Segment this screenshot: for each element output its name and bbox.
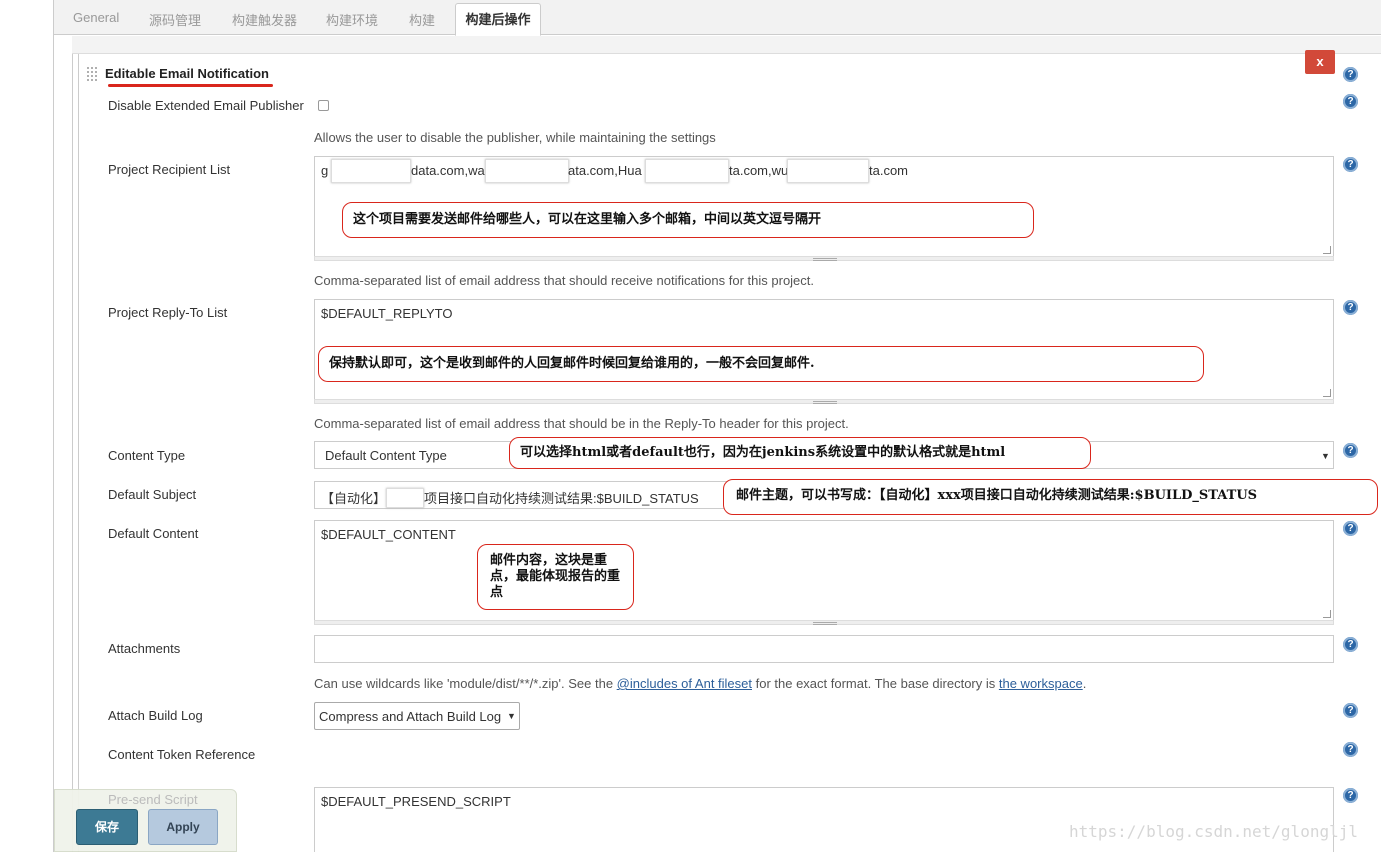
help-icon[interactable]: ?	[1343, 94, 1358, 109]
content-token-label: Content Token Reference	[108, 747, 256, 762]
recipient-text: ta.com	[869, 163, 909, 178]
content-type-selected: Default Content Type	[325, 448, 447, 463]
title-red-underline	[108, 84, 273, 87]
recipient-list-description: Comma-separated list of email address th…	[314, 273, 815, 288]
post-build-panel-header	[72, 36, 1381, 54]
delete-step-button[interactable]: x	[1305, 50, 1335, 74]
page-left-border	[53, 0, 54, 852]
help-icon[interactable]: ?	[1343, 521, 1358, 536]
help-icon[interactable]: ?	[1343, 300, 1358, 315]
annotation-recipient: 这个项目需要发送邮件给哪些人，可以在这里输入多个邮箱，中间以英文逗号隔开	[342, 202, 1034, 238]
redaction-box	[386, 488, 425, 508]
watermark: https://blog.csdn.net/glongljl	[1069, 822, 1358, 841]
recipient-text: ta.com,wu	[729, 163, 789, 178]
help-icon[interactable]: ?	[1343, 742, 1358, 757]
recipient-text: data.com,wa	[411, 163, 485, 178]
tab-build-triggers[interactable]: 构建触发器	[232, 10, 297, 29]
tab-build[interactable]: 构建	[409, 10, 435, 29]
chevron-down-icon[interactable]: ▼	[507, 711, 516, 721]
redaction-box	[787, 159, 869, 183]
subject-prefix: 【自动化】	[321, 491, 387, 506]
annotation-content-type: 可以选择html或者default也行，因为在jenkins系统设置中的默认格式…	[509, 437, 1091, 469]
disable-publisher-checkbox[interactable]	[318, 100, 329, 111]
help-icon[interactable]: ?	[1343, 157, 1358, 172]
disable-publisher-description: Allows the user to disable the publisher…	[314, 130, 716, 145]
tab-build-environment[interactable]: 构建环境	[326, 10, 378, 29]
jenkins-config-page: General 源码管理 构建触发器 构建环境 构建 构建后操作 Editabl…	[0, 0, 1381, 852]
attach-build-log-select[interactable]: Compress and Attach Build Log	[314, 702, 520, 730]
pre-send-script-value: $DEFAULT_PRESEND_SCRIPT	[321, 794, 511, 809]
default-subject-label: Default Subject	[108, 487, 197, 502]
reply-to-label: Project Reply-To List	[108, 305, 228, 320]
annotation-reply-to: 保持默认即可，这个是收到邮件的人回复邮件时候回复给谁用的，一般不会回复邮件.	[318, 346, 1204, 382]
desc-text: for the exact format. The base directory…	[752, 676, 999, 691]
tab-general[interactable]: General	[73, 10, 119, 25]
textarea-resize-handle[interactable]	[314, 399, 1334, 404]
apply-button[interactable]: Apply	[148, 809, 218, 845]
attachments-description: Can use wildcards like 'module/dist/**/*…	[314, 676, 1086, 691]
redaction-box	[485, 159, 569, 183]
pre-send-script-label: Pre-send Script	[108, 792, 198, 807]
workspace-link[interactable]: the workspace	[999, 676, 1083, 691]
redaction-box	[645, 159, 729, 183]
disable-publisher-label: Disable Extended Email Publisher	[108, 98, 304, 113]
reply-to-value: $DEFAULT_REPLYTO	[321, 306, 453, 321]
drag-handle-icon[interactable]	[86, 66, 98, 82]
textarea-resize-handle[interactable]	[314, 256, 1334, 261]
ant-fileset-link[interactable]: @includes of Ant fileset	[617, 676, 752, 691]
recipient-list-label: Project Recipient List	[108, 162, 231, 177]
annotation-content: 邮件内容，这块是重点，最能体现报告的重点	[477, 544, 634, 610]
resize-grip-icon[interactable]	[1323, 389, 1331, 397]
section-title: Editable Email Notification	[105, 66, 269, 81]
default-content-textarea[interactable]: $DEFAULT_CONTENT	[314, 520, 1334, 621]
save-button[interactable]: 保存	[76, 809, 138, 845]
help-icon[interactable]: ?	[1343, 637, 1358, 652]
attach-build-log-label: Attach Build Log	[108, 708, 203, 723]
attach-build-log-selected: Compress and Attach Build Log	[319, 709, 502, 724]
recipient-text: g	[321, 163, 329, 178]
help-icon[interactable]: ?	[1343, 788, 1358, 803]
default-content-value: $DEFAULT_CONTENT	[321, 527, 456, 542]
annotation-subject: 邮件主题，可以书写成：【自动化】xxx项目接口自动化持续测试结果:$BUILD_…	[723, 479, 1378, 515]
attachments-label: Attachments	[108, 641, 181, 656]
default-content-label: Default Content	[108, 526, 199, 541]
content-type-label: Content Type	[108, 448, 186, 463]
desc-text: Can use wildcards like 'module/dist/**/*…	[314, 676, 617, 691]
help-icon[interactable]: ?	[1343, 703, 1358, 718]
reply-to-description: Comma-separated list of email address th…	[314, 416, 849, 431]
default-subject-input[interactable]: 【自动化】 项目接口自动化持续测试结果:$BUILD_STATUS	[314, 481, 734, 509]
resize-grip-icon[interactable]	[1323, 610, 1331, 618]
recipient-text: ata.com,Hua	[568, 163, 642, 178]
help-icon[interactable]: ?	[1343, 67, 1358, 82]
subject-suffix: 项目接口自动化持续测试结果:$BUILD_STATUS	[424, 491, 699, 506]
desc-text: .	[1082, 676, 1087, 691]
tab-source-code[interactable]: 源码管理	[149, 10, 201, 29]
redaction-box	[331, 159, 411, 183]
pre-send-script-textarea[interactable]: $DEFAULT_PRESEND_SCRIPT	[314, 787, 1334, 852]
resize-grip-icon[interactable]	[1323, 246, 1331, 254]
help-icon[interactable]: ?	[1343, 443, 1358, 458]
textarea-resize-handle[interactable]	[314, 620, 1334, 625]
attachments-input[interactable]	[314, 635, 1334, 663]
tab-post-build-actions[interactable]: 构建后操作	[455, 3, 541, 36]
chevron-down-icon[interactable]: ▼	[1321, 451, 1330, 461]
